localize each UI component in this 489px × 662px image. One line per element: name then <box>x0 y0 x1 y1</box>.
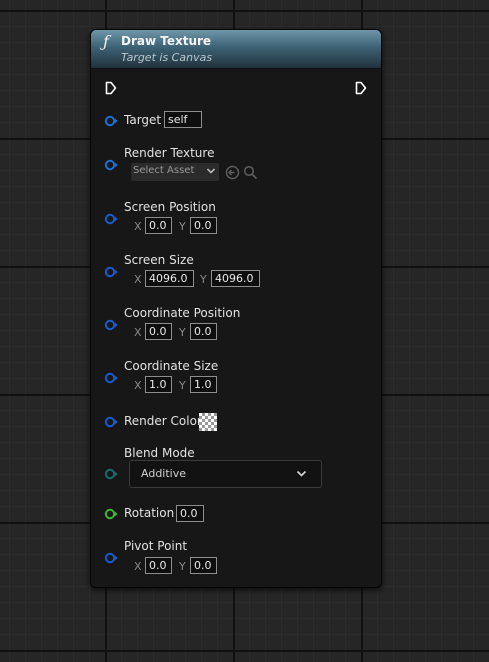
screen-size-x-field[interactable]: 4096.0 <box>145 270 194 287</box>
screen-position-y-label: Y <box>179 220 186 233</box>
exec-output-pin[interactable] <box>355 81 367 95</box>
screen-position-y-field[interactable]: 0.0 <box>190 217 217 234</box>
screen-size-x-label: X <box>134 273 142 286</box>
blend-mode-label: Blend Mode <box>124 446 195 460</box>
target-value-field[interactable]: self <box>164 111 202 128</box>
select-asset-dropdown[interactable]: Select Asset <box>131 163 219 181</box>
function-icon: ƒ <box>103 32 109 51</box>
exec-input-pin[interactable] <box>105 81 117 95</box>
use-selected-asset-icon[interactable] <box>225 165 240 180</box>
screen-size-y-field[interactable]: 4096.0 <box>211 270 260 287</box>
pivot-point-y-label: Y <box>179 560 186 573</box>
screen-position-label: Screen Position <box>124 200 216 214</box>
node-subtitle: Target is Canvas <box>121 51 213 64</box>
screen-position-pin[interactable] <box>104 213 118 225</box>
draw-texture-node[interactable]: ƒ Draw Texture Target is Canvas Target s… <box>90 29 382 588</box>
rotation-pin[interactable] <box>104 508 118 520</box>
pivot-point-label: Pivot Point <box>124 539 188 553</box>
coordinate-position-y-field[interactable]: 0.0 <box>190 323 217 340</box>
node-header[interactable]: ƒ Draw Texture Target is Canvas <box>91 30 381 69</box>
rotation-label: Rotation <box>124 506 175 520</box>
pivot-point-y-field[interactable]: 0.0 <box>190 557 217 574</box>
coordinate-size-x-field[interactable]: 1.0 <box>145 376 172 393</box>
render-color-pin[interactable] <box>104 416 118 428</box>
pivot-point-pin[interactable] <box>104 552 118 564</box>
screen-position-x-field[interactable]: 0.0 <box>145 217 172 234</box>
coordinate-size-y-field[interactable]: 1.0 <box>190 376 217 393</box>
coordinate-size-pin[interactable] <box>104 372 118 384</box>
blend-mode-dropdown[interactable]: Additive <box>129 460 322 488</box>
coordinate-size-x-label: X <box>134 379 142 392</box>
pivot-point-x-field[interactable]: 0.0 <box>145 557 172 574</box>
blend-mode-value: Additive <box>141 467 186 480</box>
render-texture-label: Render Texture <box>124 146 215 160</box>
target-pin[interactable] <box>104 115 118 127</box>
coordinate-position-y-label: Y <box>179 326 186 339</box>
coordinate-size-label: Coordinate Size <box>124 359 219 373</box>
screen-size-pin[interactable] <box>104 266 118 278</box>
rotation-value-field[interactable]: 0.0 <box>176 505 204 522</box>
chevron-down-icon <box>206 168 216 174</box>
render-color-label: Render Color <box>124 414 202 428</box>
render-color-swatch[interactable] <box>199 413 217 431</box>
coordinate-position-x-label: X <box>134 326 142 339</box>
screen-size-y-label: Y <box>200 273 207 286</box>
render-texture-pin[interactable] <box>104 159 118 171</box>
node-title: Draw Texture <box>121 34 212 48</box>
target-label: Target <box>124 113 162 127</box>
pivot-point-x-label: X <box>134 560 142 573</box>
coordinate-position-label: Coordinate Position <box>124 306 241 320</box>
coordinate-size-y-label: Y <box>179 379 186 392</box>
coordinate-position-x-field[interactable]: 0.0 <box>145 323 172 340</box>
select-asset-label: Select Asset <box>133 165 195 176</box>
browse-asset-search-icon[interactable] <box>243 165 258 180</box>
screen-size-label: Screen Size <box>124 253 194 267</box>
screen-position-x-label: X <box>134 220 142 233</box>
chevron-down-icon <box>296 470 307 477</box>
blend-mode-pin[interactable] <box>104 468 118 480</box>
coordinate-position-pin[interactable] <box>104 319 118 331</box>
